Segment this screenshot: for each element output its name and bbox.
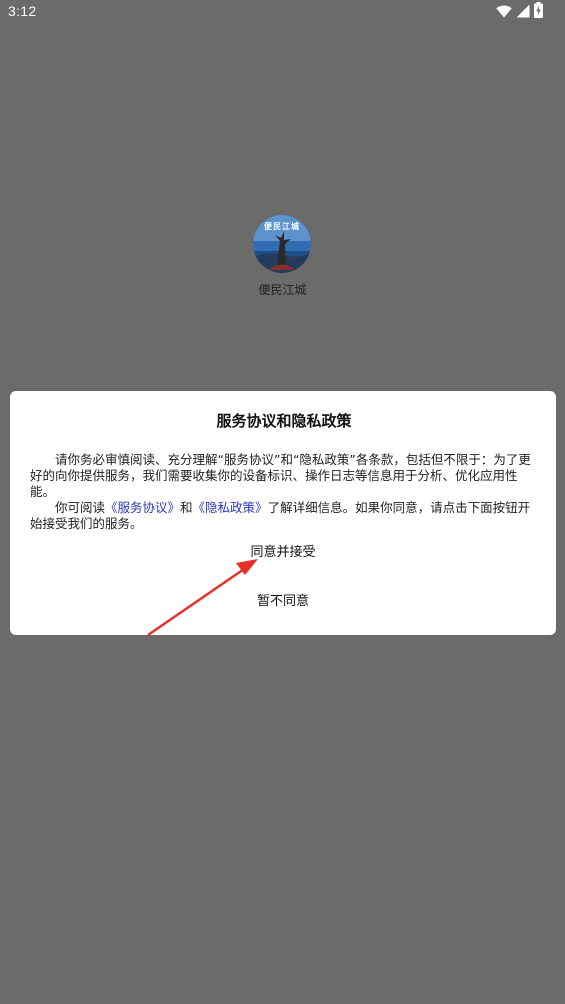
agree-button[interactable]: 同意并接受 (203, 542, 363, 564)
signal-icon (516, 3, 530, 22)
app-logo: 便民江城 (253, 215, 311, 273)
disagree-button[interactable]: 暂不同意 (203, 591, 363, 613)
wifi-icon (496, 3, 512, 22)
status-bar: 3:12 (0, 0, 565, 26)
privacy-dialog: 服务协议和隐私政策 请你务必审慎阅读、充分理解“服务协议”和“隐私政策”各条款，… (10, 391, 556, 635)
dialog-title: 服务协议和隐私政策 (216, 412, 352, 430)
paragraph-2-prefix: 你可阅读 (55, 500, 106, 515)
status-time: 3:12 (8, 3, 37, 19)
status-icons (496, 2, 543, 22)
battery-charging-icon (534, 2, 543, 22)
app-name: 便民江城 (258, 283, 307, 297)
dialog-body: 请你务必审慎阅读、充分理解“服务协议”和“隐私政策”各条款，包括但不限于：为了更… (30, 452, 538, 532)
dialog-paragraph-1: 请你务必审慎阅读、充分理解“服务协议”和“隐私政策”各条款，包括但不限于：为了更… (30, 452, 531, 499)
service-agreement-link[interactable]: 《服务协议》 (105, 500, 180, 515)
paragraph-2-middle: 和 (180, 500, 193, 515)
privacy-policy-link[interactable]: 《隐私政策》 (193, 500, 268, 515)
dialog-actions: 同意并接受 暂不同意 (10, 542, 556, 613)
dialog-paragraph-2: 你可阅读《服务协议》和《隐私政策》了解详细信息。如果你同意，请点击下面按钮开始接… (30, 500, 538, 532)
app-logo-text: 便民江城 (264, 221, 300, 231)
